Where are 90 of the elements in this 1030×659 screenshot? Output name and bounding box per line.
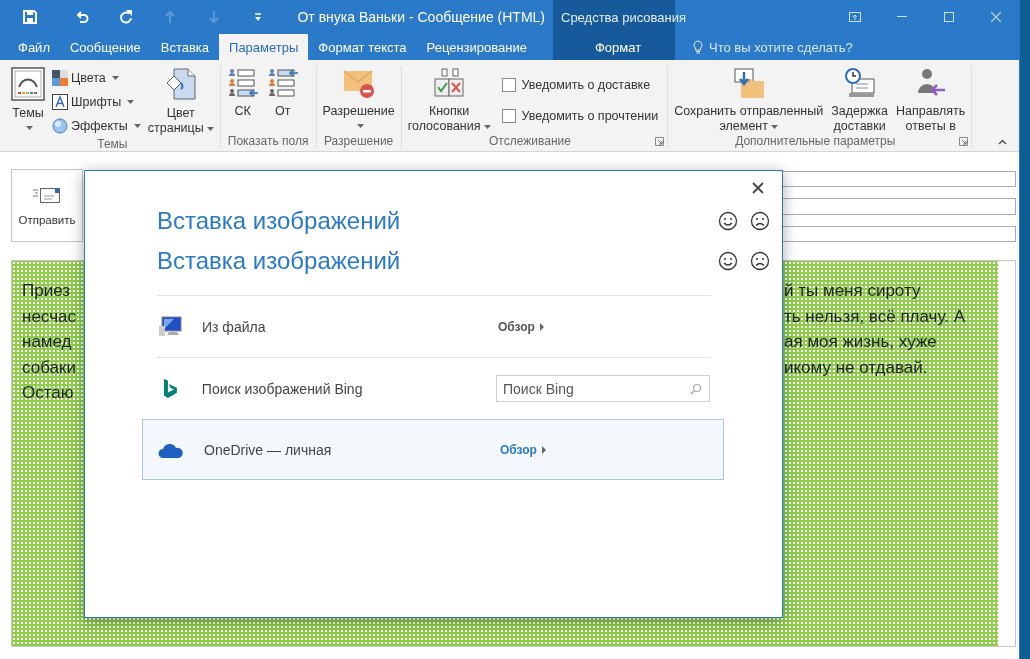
ribbon-button[interactable]: Задержка доставки: [828, 66, 891, 134]
ribbon-button[interactable]: Сохранить отправленный элемент: [671, 66, 827, 134]
group-label: Показать поля: [226, 134, 310, 148]
effects-icon: [52, 117, 68, 134]
contextual-tab-group-label: Средства рисования: [560, 9, 687, 25]
dialog-launcher-button[interactable]: [655, 136, 665, 146]
save-icon: [22, 9, 38, 25]
like-button[interactable]: [718, 211, 738, 231]
from-field-icon: [266, 67, 299, 99]
window-title: От внука Ваньки - Сообщение (HTML): [297, 9, 546, 25]
body-text-line: Приез: [22, 280, 72, 302]
picture-source-row[interactable]: Из файла Обзор: [142, 296, 724, 357]
redo-icon: [118, 9, 134, 25]
close-icon: [751, 181, 765, 195]
source-label: OneDrive — личная: [204, 441, 333, 458]
chevron-icon: [541, 445, 546, 454]
body-text-line: намед: [22, 331, 73, 353]
fonts-icon: [52, 93, 68, 110]
themes-icon: [11, 67, 45, 101]
dislike-button[interactable]: [750, 211, 770, 231]
group-label: Темы: [96, 137, 129, 151]
ribbon-tab[interactable]: Формат: [553, 34, 675, 60]
close-button[interactable]: [751, 181, 765, 195]
ribbon-display-icon: [848, 12, 861, 22]
send-button[interactable]: Отправить: [11, 169, 83, 242]
ribbon-tab[interactable]: Параметры: [219, 34, 309, 60]
delay-delivery-icon: [843, 67, 876, 99]
save-sent-item-icon: [732, 67, 765, 99]
dialog-title: Вставка изображений: [157, 207, 401, 235]
undo-icon: [74, 9, 90, 25]
ribbon-tab[interactable]: Сообщение: [59, 34, 151, 60]
tell-me-field[interactable]: Что вы хотите сделать?: [709, 39, 909, 55]
ribbon-tab[interactable]: Файл: [0, 34, 60, 60]
ribbon-button[interactable]: Направлять ответы в: [893, 66, 969, 134]
ribbon-button[interactable]: От: [263, 66, 302, 134]
ribbon-button[interactable]: Разрешение: [319, 66, 398, 134]
smile-icon: [718, 211, 738, 231]
collapse-ribbon-button[interactable]: [998, 139, 1007, 145]
ribbon-button[interactable]: Эффекты: [50, 114, 143, 137]
chevron-icon: [539, 322, 544, 331]
permission-envelope-icon: [342, 67, 375, 99]
ribbon-button[interactable]: Шрифты: [50, 90, 143, 113]
dialog-launcher-icon: [655, 136, 665, 146]
body-text-line: собаки: [22, 356, 77, 379]
maximize-icon: [943, 12, 954, 22]
dislike-button[interactable]: [750, 251, 770, 271]
dialog-launcher-icon: [959, 136, 969, 146]
close-icon: [990, 12, 1001, 22]
like-button[interactable]: [718, 251, 738, 271]
monitor-icon: [158, 315, 182, 338]
lightbulb-icon: [693, 40, 703, 54]
search-icon: [690, 383, 702, 395]
dialog-title: Вставка изображений: [157, 247, 401, 275]
ribbon-tab[interactable]: Формат текста: [308, 34, 417, 60]
body-text-line: ая моя жизнь, хуже: [784, 331, 938, 353]
body-text-line: Остаю: [22, 382, 75, 404]
search-field[interactable]: Поиск Bing: [496, 375, 710, 402]
smile-icon: [718, 251, 738, 271]
body-text-line: несчас: [22, 305, 77, 328]
collapse-caret-icon: [998, 139, 1007, 145]
ribbon-tab[interactable]: Вставка: [150, 34, 220, 60]
frown-icon: [750, 251, 770, 271]
ribbon-button[interactable]: СК: [223, 66, 262, 134]
source-label: Из файла: [202, 318, 267, 335]
browse-link[interactable]: Обзор: [498, 319, 544, 334]
down-arrow-icon: [206, 9, 222, 25]
minimize-icon: [896, 16, 907, 18]
body-text-line: ть нельзя, всё плачу. А: [784, 305, 966, 328]
frown-icon: [750, 211, 770, 231]
picture-source-row[interactable]: Поиск изображений Bing Поиск Bing: [142, 358, 724, 419]
cc-fields-icon: [226, 67, 259, 99]
ribbon-button[interactable]: Темы: [8, 66, 48, 137]
ribbon-button[interactable]: Кнопки голосования: [404, 66, 494, 134]
ribbon-button[interactable]: Цвета: [50, 66, 143, 89]
checkbox[interactable]: Уведомить о доставке: [495, 70, 665, 100]
ribbon-tab[interactable]: Рецензирование: [416, 34, 537, 60]
voting-boxes-icon: [433, 67, 466, 99]
group-label: Отслеживание: [488, 134, 572, 148]
checkbox[interactable]: Уведомить о прочтении: [495, 101, 665, 131]
source-label: Поиск изображений Bing: [201, 380, 364, 397]
color-squares-icon: [52, 69, 68, 86]
dialog-launcher-button[interactable]: [959, 136, 969, 146]
body-text-line: й ты меня сироту: [784, 280, 922, 302]
browse-link[interactable]: Обзор: [500, 442, 546, 457]
ribbon-button[interactable]: Цвет страницы: [144, 66, 217, 137]
group-label: Дополнительные параметры: [734, 134, 897, 148]
body-text-line: икому не отдавай.: [784, 356, 929, 379]
picture-source-row[interactable]: OneDrive — личная Обзор: [142, 419, 724, 480]
group-label: Разрешение: [322, 134, 395, 148]
send-envelope-icon: [33, 185, 61, 204]
